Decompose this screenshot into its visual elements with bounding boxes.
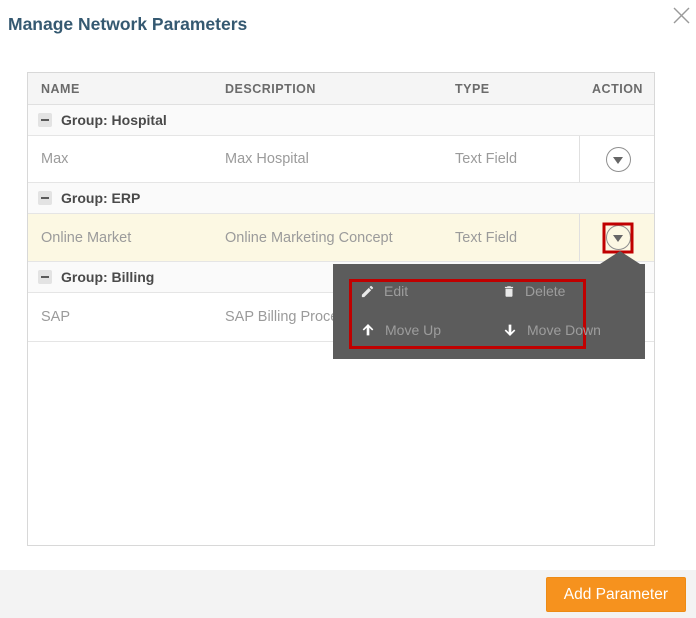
menu-item-edit[interactable]: Edit [360, 282, 502, 300]
cell-name: SAP [28, 309, 225, 325]
menu-item-move-up[interactable]: Move Up [360, 321, 502, 339]
column-header-type: TYPE [455, 82, 579, 96]
menu-item-label: Move Up [385, 322, 441, 338]
collapse-minus-icon[interactable] [38, 191, 52, 205]
group-row-hospital: Group: Hospital [28, 105, 654, 136]
table-header-row: NAME DESCRIPTION TYPE ACTION [28, 73, 654, 105]
cell-description: Max Hospital [225, 151, 455, 167]
action-cell [579, 136, 656, 182]
menu-item-move-down[interactable]: Move Down [502, 321, 601, 339]
action-dropdown-button[interactable] [606, 147, 631, 172]
group-label: Group: ERP [61, 190, 140, 206]
cell-name: Online Market [28, 230, 225, 246]
arrow-up-icon [360, 322, 376, 338]
column-header-name: NAME [28, 82, 225, 96]
dialog-footer: Add Parameter [0, 570, 696, 618]
action-dropdown-button-active[interactable] [606, 225, 631, 250]
close-icon[interactable] [670, 4, 692, 26]
menu-item-label: Edit [384, 283, 408, 299]
pencil-icon [360, 284, 375, 299]
group-label: Group: Billing [61, 269, 154, 285]
group-row-erp: Group: ERP [28, 183, 654, 214]
cell-name: Max [28, 151, 225, 167]
collapse-minus-icon[interactable] [38, 270, 52, 284]
chevron-down-icon [613, 157, 623, 164]
action-menu: Edit Delete Move Up [333, 264, 645, 359]
column-header-action: ACTION [579, 82, 656, 96]
group-label: Group: Hospital [61, 112, 167, 128]
trash-icon [502, 284, 516, 299]
add-parameter-button[interactable]: Add Parameter [546, 577, 686, 612]
cell-description: Online Marketing Concept [225, 230, 455, 246]
arrow-down-icon [502, 322, 518, 338]
collapse-minus-icon[interactable] [38, 113, 52, 127]
cell-type: Text Field [455, 230, 579, 246]
manage-network-parameters-dialog: Manage Network Parameters NAME DESCRIPTI… [0, 0, 696, 618]
column-header-description: DESCRIPTION [225, 82, 455, 96]
action-menu-items: Edit Delete Move Up [360, 282, 601, 339]
cell-type: Text Field [455, 151, 579, 167]
table-row-max: Max Max Hospital Text Field [28, 136, 654, 183]
page-title: Manage Network Parameters [8, 14, 247, 35]
menu-item-delete[interactable]: Delete [502, 282, 601, 300]
table-row-online-market: Online Market Online Marketing Concept T… [28, 214, 654, 262]
menu-caret-icon [600, 251, 640, 264]
menu-item-label: Delete [525, 283, 565, 299]
menu-item-label: Move Down [527, 322, 601, 338]
chevron-down-icon [613, 235, 623, 242]
